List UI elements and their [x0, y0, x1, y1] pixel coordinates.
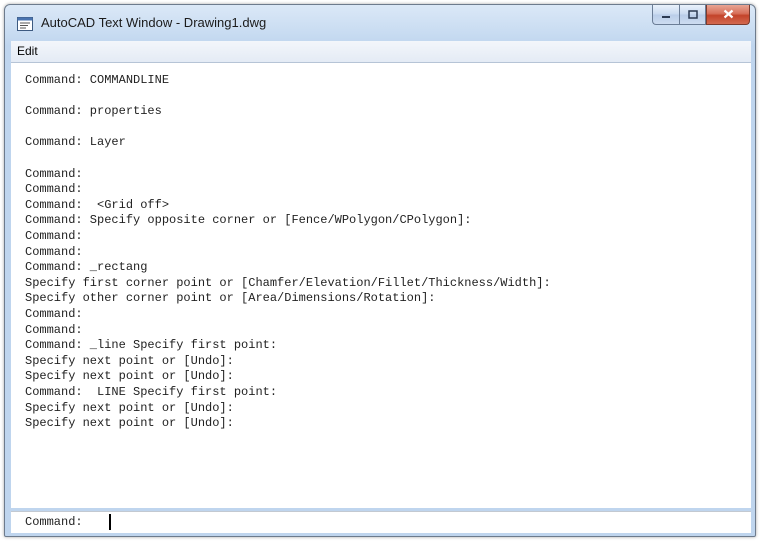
maximize-icon — [687, 6, 698, 24]
text-window: AutoCAD Text Window - Drawing1.dwg Edit … — [4, 4, 756, 537]
history-line: Command: LINE Specify first point: — [25, 385, 278, 399]
history-line: Command: <Grid off> — [25, 197, 170, 212]
history-line: Specify next point or [Undo]: — [25, 400, 234, 415]
command-line[interactable]: Command: — [11, 512, 751, 533]
history-line: Command: Layer — [25, 135, 126, 150]
history-line: Specify other corner point or [Area/Dime… — [25, 291, 436, 306]
history-line: Command: — [25, 166, 83, 181]
menu-bar: Edit — [11, 41, 751, 63]
history-line: Command: _rectang — [25, 260, 148, 275]
title-bar[interactable]: AutoCAD Text Window - Drawing1.dwg — [5, 5, 755, 41]
text-cursor — [109, 514, 111, 530]
minimize-button[interactable] — [652, 5, 679, 25]
autocad-text-window-icon[interactable] — [17, 17, 33, 31]
history-line: Command: — [25, 244, 83, 259]
caption-buttons — [652, 5, 750, 26]
command-prompt: Command: — [25, 515, 83, 529]
history-line: Command: — [25, 182, 83, 197]
close-button[interactable] — [706, 5, 750, 25]
history-line: Command: — [25, 307, 83, 321]
minimize-icon — [661, 6, 671, 24]
command-history[interactable]: Command: COMMANDLINE Command: properties C… — [11, 63, 751, 508]
history-line: Command: COMMANDLINE — [25, 73, 170, 87]
history-line: Command: properties — [25, 104, 162, 119]
menu-item-edit[interactable]: Edit — [17, 44, 38, 58]
history-line: Specify first corner point or [Chamfer/E… — [25, 275, 551, 290]
window-title: AutoCAD Text Window - Drawing1.dwg — [41, 15, 267, 30]
maximize-button[interactable] — [679, 5, 706, 25]
history-line: Command: — [25, 322, 83, 337]
history-line: Specify next point or [Undo]: — [25, 416, 234, 431]
history-line: Command: — [25, 229, 83, 243]
history-line: Command: _line Specify first point: — [25, 338, 278, 353]
history-line: Command: Specify opposite corner or [Fen… — [25, 213, 472, 228]
close-icon — [723, 6, 734, 24]
history-line: Specify next point or [Undo]: — [25, 353, 234, 368]
history-line: Specify next point or [Undo]: — [25, 369, 234, 384]
